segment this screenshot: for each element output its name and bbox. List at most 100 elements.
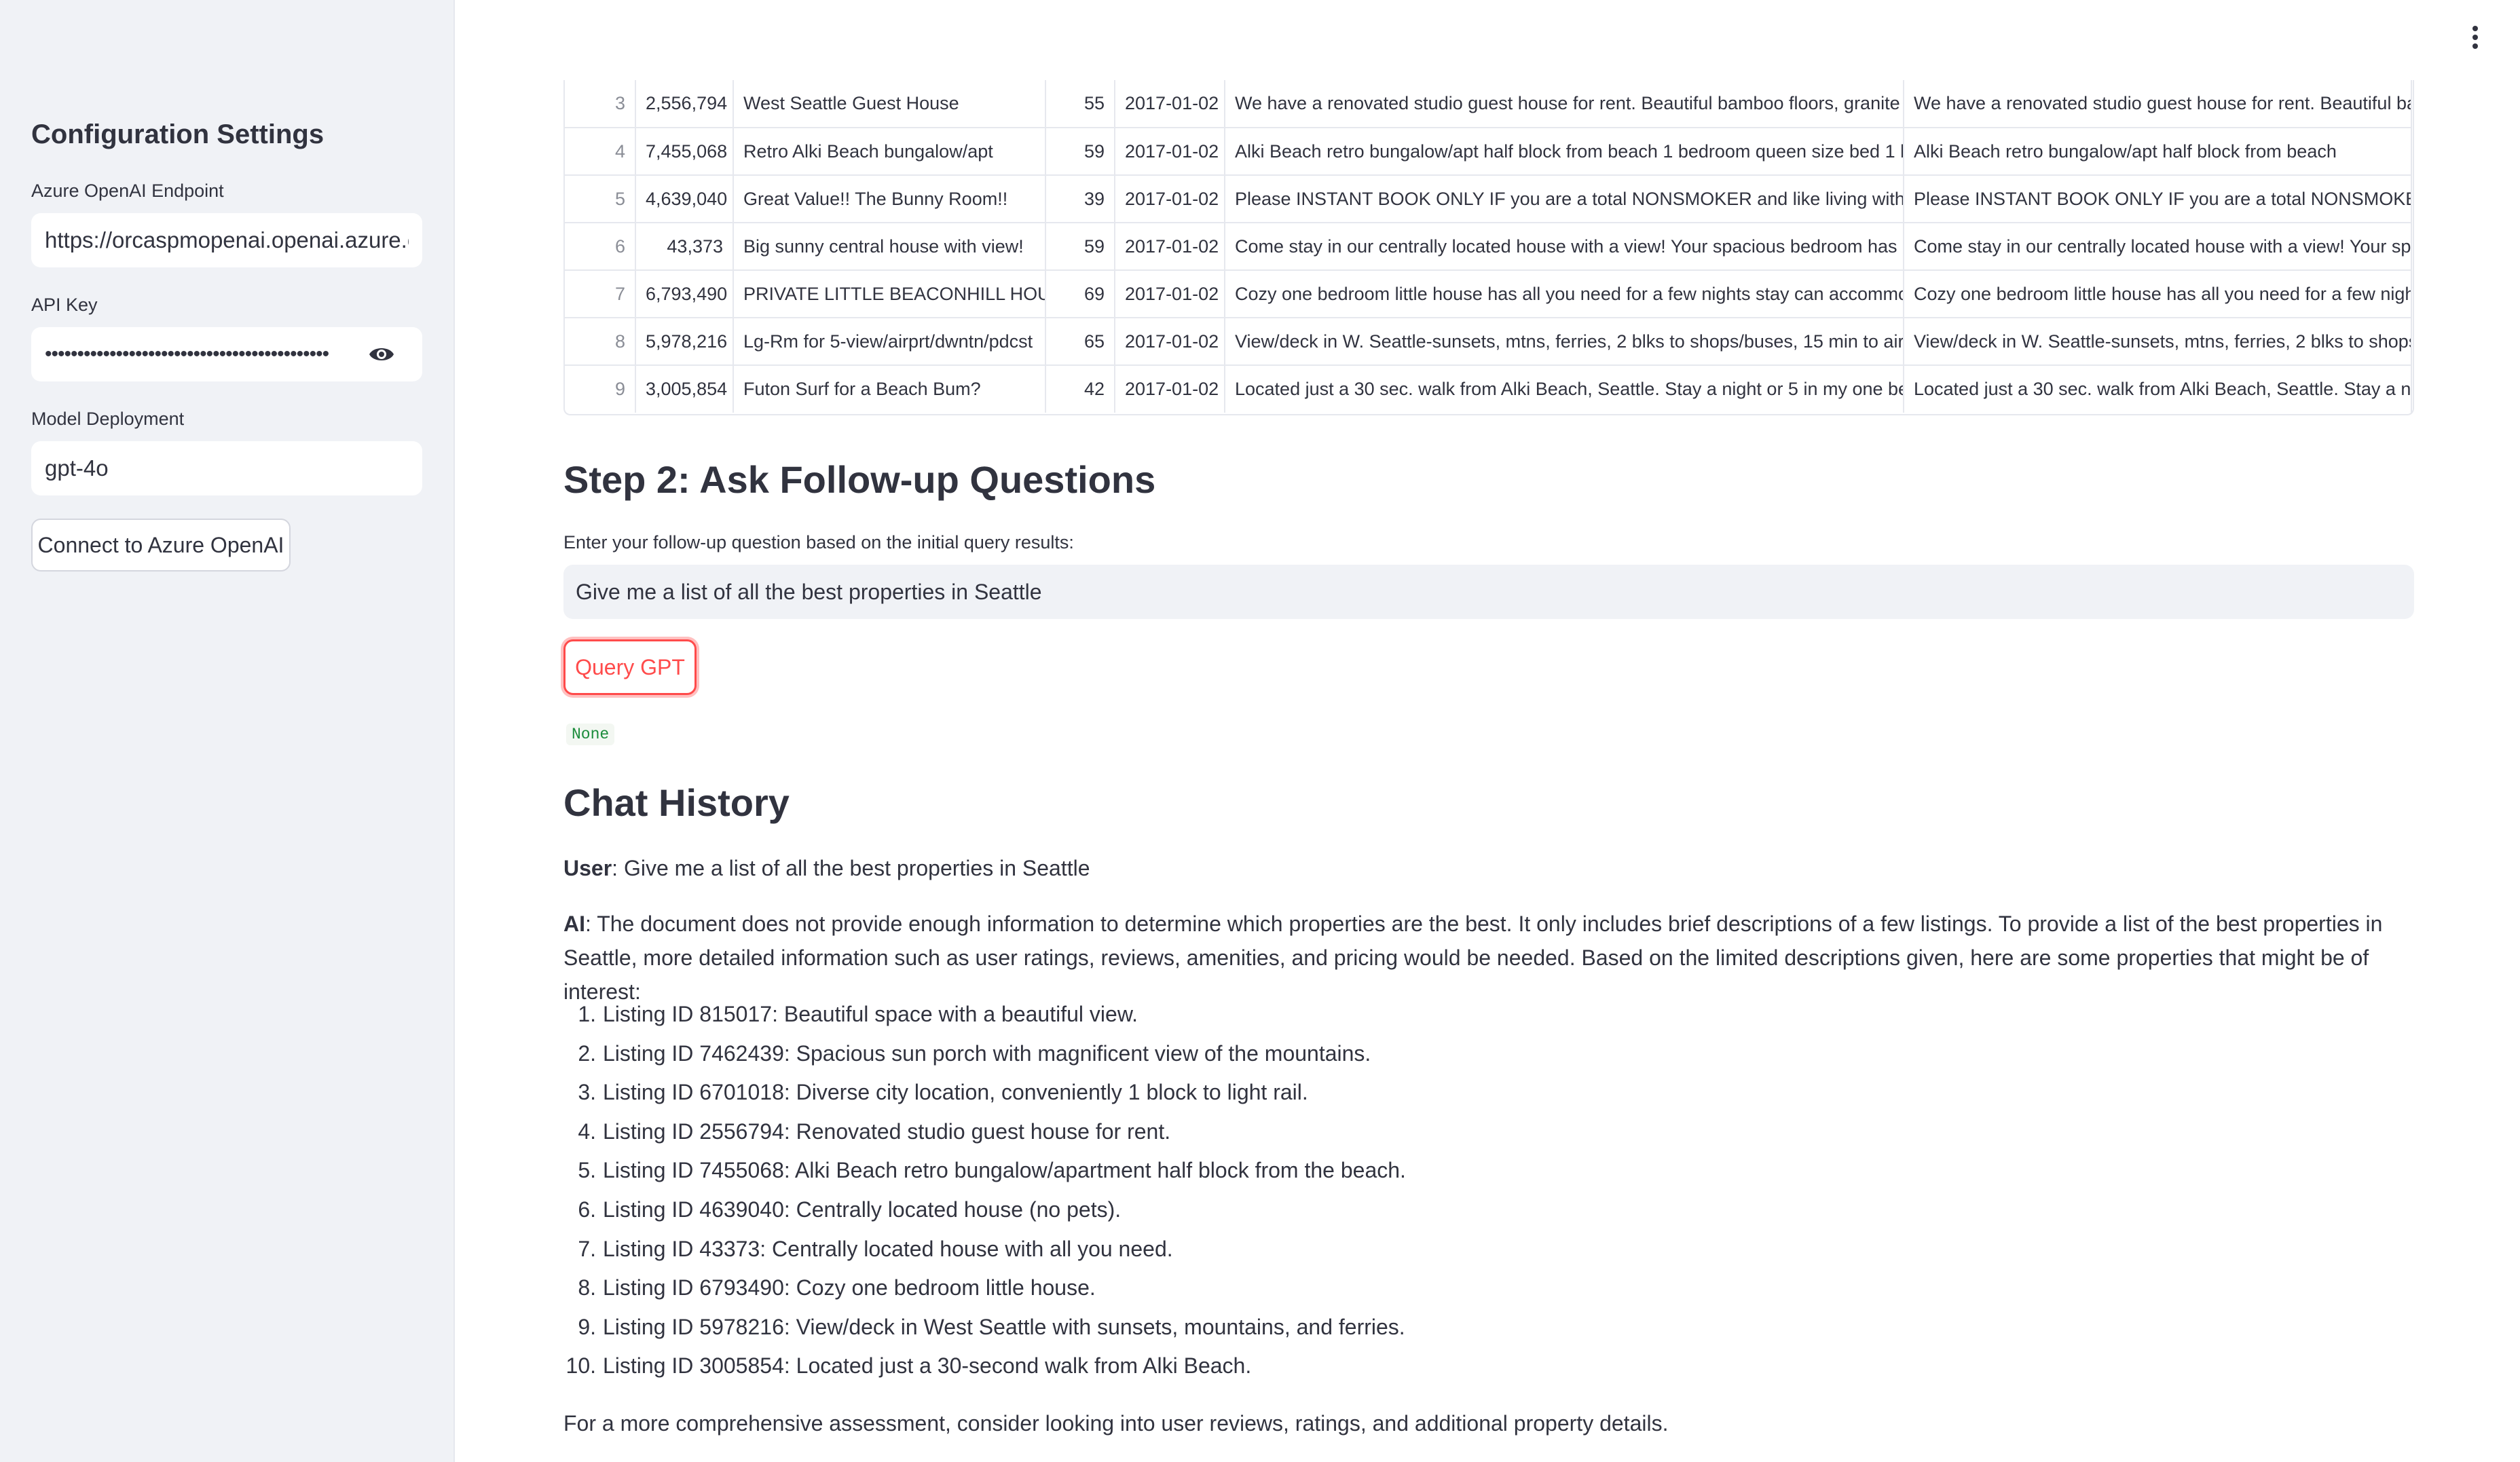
table-cell-description[interactable]: Please INSTANT BOOK ONLY IF you are a to… — [1904, 175, 2412, 223]
query-gpt-button[interactable]: Query GPT — [563, 639, 697, 695]
results-table[interactable]: 3 2,556,794 West Seattle Guest House 55 2017… — [563, 80, 2414, 415]
chat-history-heading: Chat History — [563, 781, 790, 824]
list-item: 4. Listing ID 2556794: Renovated studio g… — [563, 1112, 1406, 1152]
list-item-text: Listing ID 6701018: Diverse city locatio… — [603, 1080, 1308, 1105]
table-cell-name[interactable]: Big sunny central house with view! — [733, 223, 1046, 271]
table-cell-index[interactable]: 4 — [565, 128, 636, 176]
table-cell-summary[interactable]: Come stay in our centrally located house… — [1225, 223, 1904, 271]
table-cell-id[interactable]: 4,639,040 — [635, 175, 734, 223]
model-value: gpt-4o — [45, 455, 109, 481]
table-cell-summary[interactable]: Alki Beach retro bungalow/apt half block… — [1225, 128, 1904, 176]
table-cell-summary[interactable]: Cozy one bedroom little house has all yo… — [1225, 270, 1904, 318]
table-cell-name[interactable]: West Seattle Guest House — [733, 80, 1046, 128]
list-item-text: Listing ID 43373: Centrally located hous… — [603, 1236, 1173, 1261]
table-cell-date[interactable]: 2017-01-02 — [1115, 128, 1225, 176]
eye-icon[interactable] — [368, 342, 395, 367]
kebab-menu-icon[interactable] — [2471, 26, 2479, 53]
table-cell-name[interactable]: Futon Surf for a Beach Bum? — [733, 365, 1046, 413]
list-item-number: 8. — [578, 1275, 596, 1300]
table-cell-count[interactable]: 59 — [1045, 128, 1115, 176]
table-cell-description[interactable]: We have a renovated studio guest house f… — [1904, 80, 2412, 128]
table-cell-summary[interactable]: Located just a 30 sec. walk from Alki Be… — [1225, 365, 1904, 413]
table-cell-index[interactable]: 3 — [565, 80, 636, 128]
table-row[interactable]: 9 3,005,854 Futon Surf for a Beach Bum? 42 2… — [565, 365, 2412, 413]
table-cell-description[interactable]: Located just a 30 sec. walk from Alki Be… — [1904, 365, 2412, 413]
table-cell-id[interactable]: 2,556,794 — [635, 80, 734, 128]
table-cell-name[interactable]: Great Value!! The Bunny Room!! — [733, 175, 1046, 223]
table-cell-description[interactable]: Cozy one bedroom little house has all yo… — [1904, 270, 2412, 318]
list-item: 1. Listing ID 815017: Beautiful space wit… — [563, 995, 1406, 1034]
table-cell-description[interactable]: View/deck in W. Seattle-sunsets, mtns, f… — [1904, 318, 2412, 366]
list-item-number: 7. — [578, 1236, 596, 1261]
table-cell-description[interactable]: Alki Beach retro bungalow/apt half block… — [1904, 128, 2412, 176]
endpoint-input[interactable]: https://orcaspmopenai.openai.azure.com — [31, 213, 422, 267]
table-cell-name[interactable]: Lg-Rm for 5-view/airprt/dwntn/pdcst — [733, 318, 1046, 366]
list-item-text: Listing ID 3005854: Located just a 30-se… — [603, 1353, 1252, 1379]
question-label: Enter your follow-up question based on t… — [563, 532, 1074, 552]
list-item-number: 3. — [578, 1080, 596, 1105]
table-cell-index[interactable]: 8 — [565, 318, 636, 366]
list-item: 2. Listing ID 7462439: Spacious sun porch… — [563, 1034, 1406, 1074]
list-item-number: 10. — [566, 1353, 596, 1379]
list-item-text: Listing ID 6793490: Cozy one bedroom lit… — [603, 1275, 1096, 1300]
list-item-number: 1. — [578, 1002, 596, 1026]
table-row[interactable]: 5 4,639,040 Great Value!! The Bunny Room!!… — [565, 175, 2412, 223]
table-cell-index[interactable]: 6 — [565, 223, 636, 271]
list-item-text: Listing ID 815017: Beautiful space with … — [603, 1002, 1138, 1026]
list-item: 5. Listing ID 7455068: Alki Beach retro b… — [563, 1151, 1406, 1191]
table-cell-index[interactable]: 5 — [565, 175, 636, 223]
question-value: Give me a list of all the best propertie… — [576, 579, 1042, 604]
endpoint-value: https://orcaspmopenai.openai.azure.com — [45, 227, 409, 252]
list-item: 7. Listing ID 43373: Centrally located ho… — [563, 1230, 1406, 1269]
table-row[interactable]: 8 5,978,216 Lg-Rm for 5-view/airprt/dwntn/… — [565, 318, 2412, 366]
connect-button[interactable]: Connect to Azure OpenAI — [31, 519, 291, 571]
ai-message: AI: The document does not provide enough… — [563, 907, 2424, 1009]
api-key-input[interactable]: ••••••••••••••••••••••••••••••••••••••••… — [31, 327, 422, 381]
table-row[interactable]: 3 2,556,794 West Seattle Guest House 55 2017… — [565, 80, 2412, 128]
model-deployment-input[interactable]: gpt-4o — [31, 441, 422, 495]
table-cell-count[interactable]: 65 — [1045, 318, 1115, 366]
ai-text: : The document does not provide enough i… — [563, 912, 2383, 1004]
table-row[interactable]: 7 6,793,490 PRIVATE LITTLE BEACONHILL HOUS… — [565, 270, 2412, 318]
table-cell-name[interactable]: Retro Alki Beach bungalow/apt — [733, 128, 1046, 176]
table-cell-summary[interactable]: View/deck in W. Seattle-sunsets, mtns, f… — [1225, 318, 1904, 366]
table-cell-count[interactable]: 39 — [1045, 175, 1115, 223]
table-cell-index[interactable]: 9 — [565, 365, 636, 413]
table-cell-id[interactable]: 43,373 — [635, 223, 734, 271]
question-input[interactable]: Give me a list of all the best propertie… — [563, 565, 2414, 619]
table-cell-summary[interactable]: Please INSTANT BOOK ONLY IF you are a to… — [1225, 175, 1904, 223]
table-cell-id[interactable]: 3,005,854 — [635, 365, 734, 413]
table-cell-description[interactable]: Come stay in our centrally located house… — [1904, 223, 2412, 271]
table-cell-id[interactable]: 7,455,068 — [635, 128, 734, 176]
api-key-label: API Key — [31, 295, 98, 315]
table-cell-date[interactable]: 2017-01-02 — [1115, 270, 1225, 318]
ai-listing-list: 1. Listing ID 815017: Beautiful space wit… — [563, 995, 1406, 1386]
user-label: User — [563, 856, 612, 880]
user-message: User: Give me a list of all the best pro… — [563, 851, 2424, 885]
result-badge: None — [566, 724, 615, 745]
table-cell-date[interactable]: 2017-01-02 — [1115, 365, 1225, 413]
table-cell-index[interactable]: 7 — [565, 270, 636, 318]
table-cell-count[interactable]: 69 — [1045, 270, 1115, 318]
table-cell-name[interactable]: PRIVATE LITTLE BEACONHILL HOUSE — [733, 270, 1046, 318]
table-cell-date[interactable]: 2017-01-02 — [1115, 175, 1225, 223]
list-item-number: 6. — [578, 1197, 596, 1222]
table-cell-id[interactable]: 6,793,490 — [635, 270, 734, 318]
step2-heading: Step 2: Ask Follow-up Questions — [563, 458, 1156, 501]
sidebar-title: Configuration Settings — [31, 119, 325, 149]
user-text: : Give me a list of all the best propert… — [612, 856, 1090, 880]
sidebar: Configuration Settings Azure OpenAI Endp… — [0, 0, 455, 1462]
table-cell-date[interactable]: 2017-01-02 — [1115, 223, 1225, 271]
table-row[interactable]: 6 43,373 Big sunny central house with view… — [565, 223, 2412, 271]
list-item-text: Listing ID 7462439: Spacious sun porch w… — [603, 1041, 1371, 1066]
list-item-text: Listing ID 5978216: View/deck in West Se… — [603, 1314, 1405, 1339]
table-cell-date[interactable]: 2017-01-02 — [1115, 80, 1225, 128]
table-cell-count[interactable]: 59 — [1045, 223, 1115, 271]
table-cell-date[interactable]: 2017-01-02 — [1115, 318, 1225, 366]
table-cell-count[interactable]: 55 — [1045, 80, 1115, 128]
table-row[interactable]: 4 7,455,068 Retro Alki Beach bungalow/apt 5… — [565, 128, 2412, 176]
list-item: 8. Listing ID 6793490: Cozy one bedroom l… — [563, 1269, 1406, 1308]
table-cell-summary[interactable]: We have a renovated studio guest house f… — [1225, 80, 1904, 128]
table-cell-id[interactable]: 5,978,216 — [635, 318, 734, 366]
table-cell-count[interactable]: 42 — [1045, 365, 1115, 413]
